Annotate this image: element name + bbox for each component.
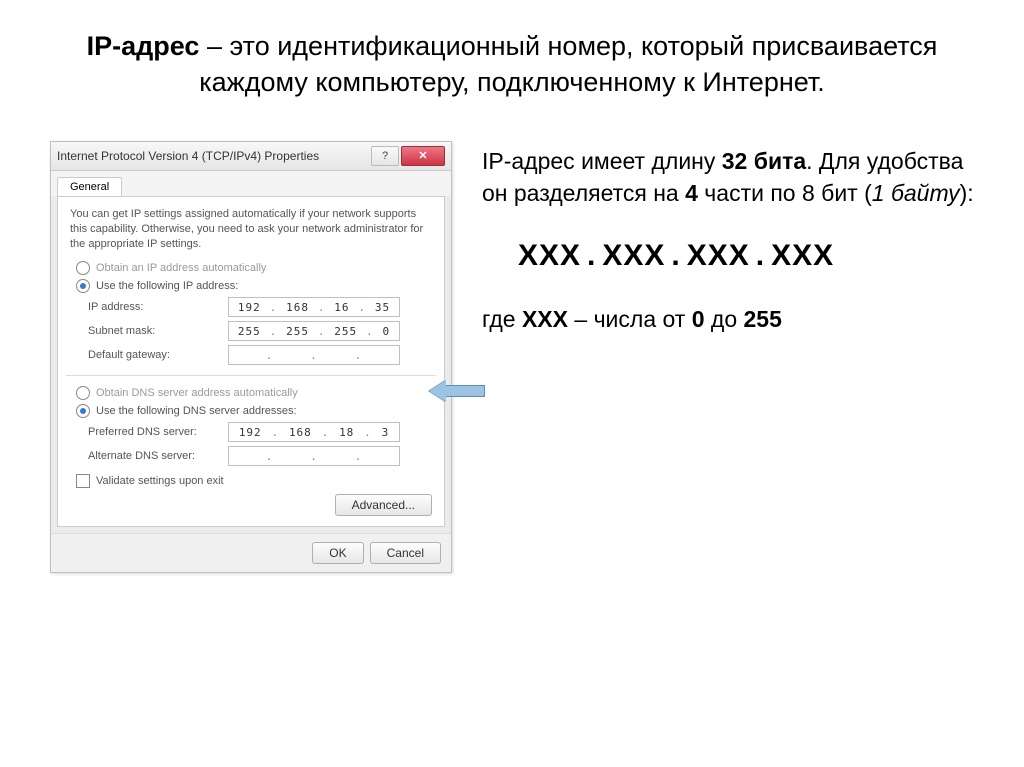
radio-obtain-ip[interactable]: Obtain an IP address automatically bbox=[76, 261, 432, 275]
radio-use-dns[interactable]: Use the following DNS server addresses: bbox=[76, 404, 432, 418]
radio-use-ip[interactable]: Use the following IP address: bbox=[76, 279, 432, 293]
radio-obtain-dns[interactable]: Obtain DNS server address automatically bbox=[76, 386, 432, 400]
alternate-dns-row: Alternate DNS server: . . . bbox=[88, 446, 432, 466]
default-gateway-label: Default gateway: bbox=[88, 349, 228, 361]
dialog-titlebar: Internet Protocol Version 4 (TCP/IPv4) P… bbox=[51, 142, 451, 171]
preferred-dns-row: Preferred DNS server: 192. 168. 18. 3 bbox=[88, 422, 432, 442]
title-bold: IP-адрес bbox=[87, 31, 200, 61]
advanced-button[interactable]: Advanced... bbox=[335, 494, 432, 516]
title-rest: – это идентификационный номер, который п… bbox=[199, 31, 937, 97]
validate-settings-label: Validate settings upon exit bbox=[96, 475, 224, 487]
radio-icon bbox=[76, 404, 90, 418]
close-button[interactable]: ✕ bbox=[401, 146, 445, 166]
explanation-line1: IP-адрес имеет длину 32 бита. Для удобст… bbox=[482, 145, 984, 209]
radio-use-label: Use the following IP address: bbox=[96, 280, 238, 292]
subnet-mask-row: Subnet mask: 255. 255. 255. 0 bbox=[88, 321, 432, 341]
dialog-button-row: OK Cancel bbox=[51, 533, 451, 572]
subnet-mask-input[interactable]: 255. 255. 255. 0 bbox=[228, 321, 400, 341]
radio-icon bbox=[76, 279, 90, 293]
explanation-column: IP-адрес имеет длину 32 бита. Для удобст… bbox=[482, 141, 984, 336]
alternate-dns-input[interactable]: . . . bbox=[228, 446, 400, 466]
tab-strip: General bbox=[51, 171, 451, 196]
radio-use-dns-label: Use the following DNS server addresses: bbox=[96, 405, 297, 417]
radio-obtain-label: Obtain an IP address automatically bbox=[96, 262, 266, 274]
explanation-line2: где XXX – числа от 0 до 255 bbox=[482, 303, 984, 335]
alternate-dns-label: Alternate DNS server: bbox=[88, 450, 228, 462]
radio-icon bbox=[76, 386, 90, 400]
default-gateway-row: Default gateway: . . . bbox=[88, 345, 432, 365]
help-button[interactable]: ? bbox=[371, 146, 399, 166]
radio-obtain-dns-label: Obtain DNS server address automatically bbox=[96, 387, 298, 399]
pointer-arrow-icon bbox=[429, 380, 485, 402]
info-text: You can get IP settings assigned automat… bbox=[70, 207, 432, 252]
ip-pattern: XXX.XXX.XXX.XXX bbox=[518, 235, 984, 277]
ipv4-properties-dialog: Internet Protocol Version 4 (TCP/IPv4) P… bbox=[50, 141, 452, 574]
preferred-dns-input[interactable]: 192. 168. 18. 3 bbox=[228, 422, 400, 442]
ip-address-input[interactable]: 192. 168. 16. 35 bbox=[228, 297, 400, 317]
preferred-dns-label: Preferred DNS server: bbox=[88, 426, 228, 438]
tab-general[interactable]: General bbox=[57, 177, 122, 196]
separator bbox=[66, 375, 436, 376]
ip-address-row: IP address: 192. 168. 16. 35 bbox=[88, 297, 432, 317]
checkbox-icon bbox=[76, 474, 90, 488]
cancel-button[interactable]: Cancel bbox=[370, 542, 441, 564]
dialog-title-text: Internet Protocol Version 4 (TCP/IPv4) P… bbox=[57, 149, 369, 163]
content-row: Internet Protocol Version 4 (TCP/IPv4) P… bbox=[0, 111, 1024, 594]
validate-settings-row[interactable]: Validate settings upon exit bbox=[76, 474, 432, 488]
default-gateway-input[interactable]: . . . bbox=[228, 345, 400, 365]
ip-address-label: IP address: bbox=[88, 301, 228, 313]
tab-body: You can get IP settings assigned automat… bbox=[57, 196, 445, 528]
radio-icon bbox=[76, 261, 90, 275]
ok-button[interactable]: OK bbox=[312, 542, 363, 564]
subnet-mask-label: Subnet mask: bbox=[88, 325, 228, 337]
slide-title: IP-адрес – это идентификационный номер, … bbox=[0, 0, 1024, 111]
